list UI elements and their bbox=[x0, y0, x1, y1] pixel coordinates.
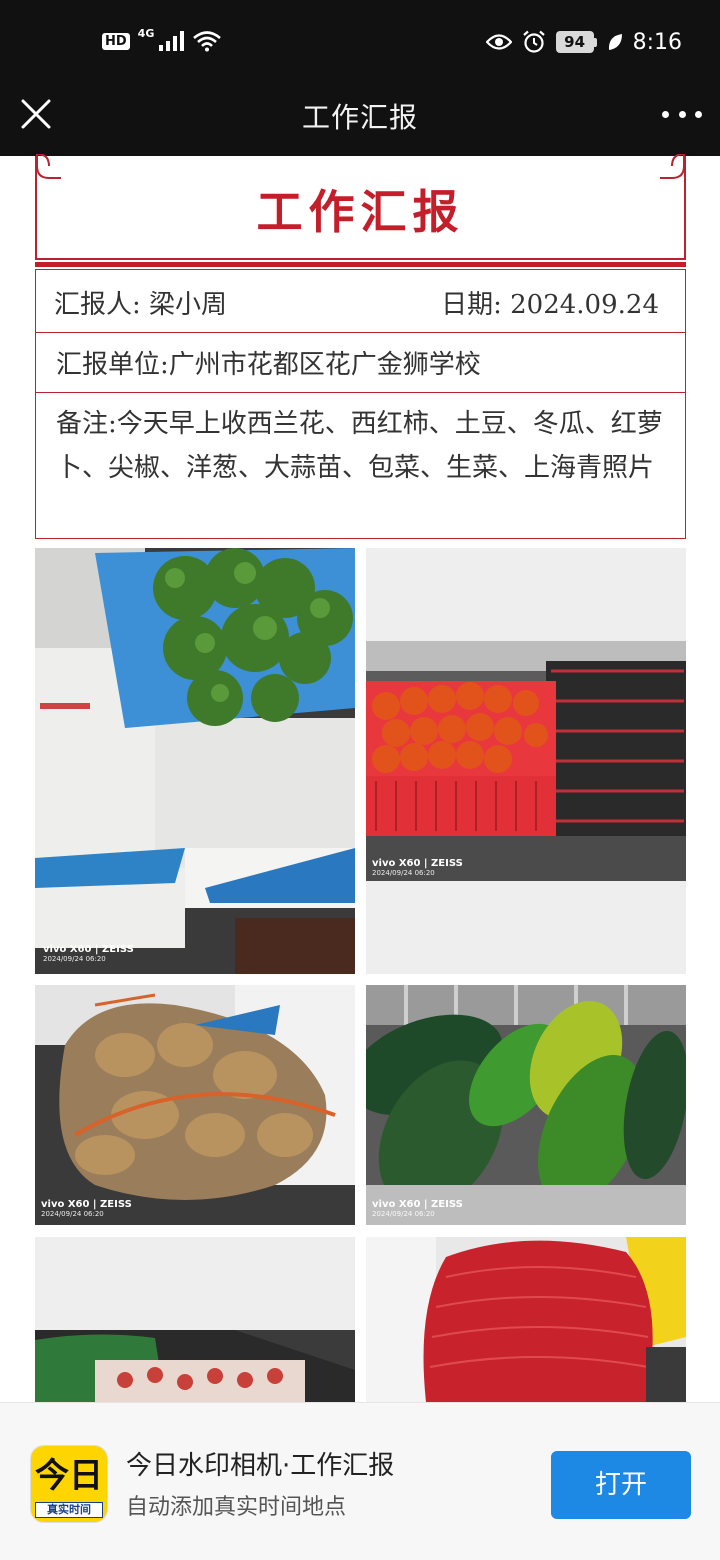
report-card: 工作汇报 汇报人: 梁小周 日期: 2024.09.24 汇报单位:广州市花都区… bbox=[35, 154, 686, 539]
battery-icon: 94 bbox=[555, 31, 597, 53]
clock: 8:16 bbox=[632, 29, 682, 55]
photo-watermark: vivo X60 | ZEISS 2024/09/24 06:20 bbox=[41, 1199, 132, 1218]
leaf-icon bbox=[608, 34, 622, 50]
nav-bar: 工作汇报 bbox=[0, 82, 720, 156]
app-icon-caption: 真实时间 bbox=[35, 1502, 103, 1518]
reporter-name: 梁小周 bbox=[149, 290, 228, 320]
app-promo-banner: 今日 真实时间 今日水印相机·工作汇报 自动添加真实时间地点 打开 bbox=[0, 1402, 720, 1560]
eye-icon bbox=[485, 34, 512, 50]
photo-winter-melons[interactable]: vivo X60 | ZEISS 2024/09/24 06:20 bbox=[366, 985, 686, 1225]
status-right: 94 8:16 bbox=[485, 26, 682, 58]
reporter-row: 汇报人: 梁小周 日期: 2024.09.24 bbox=[35, 269, 686, 333]
photo-watermark: vivo X60 | ZEISS 2024/09/24 06:20 bbox=[372, 1199, 463, 1218]
app-name: 今日水印相机·工作汇报 bbox=[126, 1451, 395, 1481]
report-title-box: 工作汇报 bbox=[35, 154, 686, 260]
app-icon[interactable]: 今日 真实时间 bbox=[30, 1445, 108, 1523]
nav-title: 工作汇报 bbox=[301, 101, 418, 134]
photo-watermark: vivo X60 | ZEISS 2024/09/24 06:20 bbox=[43, 944, 134, 963]
open-button[interactable]: 打开 bbox=[551, 1451, 691, 1519]
status-left: HD 4G bbox=[102, 26, 222, 56]
more-dots-icon[interactable] bbox=[662, 102, 702, 126]
photo-potatoes[interactable]: vivo X60 | ZEISS 2024/09/24 06:20 bbox=[35, 985, 355, 1225]
wifi-icon bbox=[193, 31, 222, 52]
network-type-label: 4G bbox=[137, 26, 155, 40]
title-divider bbox=[35, 262, 686, 267]
date-value: 2024.09.24 bbox=[510, 290, 659, 320]
date-label: 日期: bbox=[441, 290, 502, 320]
photo-broccoli[interactable]: vivo X60 | ZEISS 2024/09/24 06:20 bbox=[35, 548, 355, 974]
app-subtitle: 自动添加真实时间地点 bbox=[126, 1495, 347, 1520]
alarm-icon bbox=[522, 30, 545, 53]
signal-icon bbox=[159, 31, 185, 51]
photo-tomatoes[interactable]: vivo X60 | ZEISS 2024/09/24 06:20 bbox=[366, 548, 686, 974]
photo-carrots[interactable] bbox=[35, 1237, 355, 1402]
reporter-label: 汇报人: bbox=[54, 290, 141, 320]
photo-watermark: vivo X60 | ZEISS 2024/09/24 06:20 bbox=[372, 858, 463, 877]
status-bar: HD 4G 94 8:16 bbox=[0, 0, 720, 82]
battery-level: 94 bbox=[555, 31, 594, 53]
report-title: 工作汇报 bbox=[256, 185, 465, 239]
notes-row: 备注:今天早上收西兰花、西红柿、土豆、冬瓜、红萝卜、尖椒、洋葱、大蒜苗、包菜、生… bbox=[35, 393, 686, 539]
hd-badge: HD bbox=[102, 32, 130, 50]
unit-row: 汇报单位:广州市花都区花广金狮学校 bbox=[35, 333, 686, 393]
app-icon-text: 今日 bbox=[35, 1456, 103, 1496]
photo-onions[interactable] bbox=[366, 1237, 686, 1402]
